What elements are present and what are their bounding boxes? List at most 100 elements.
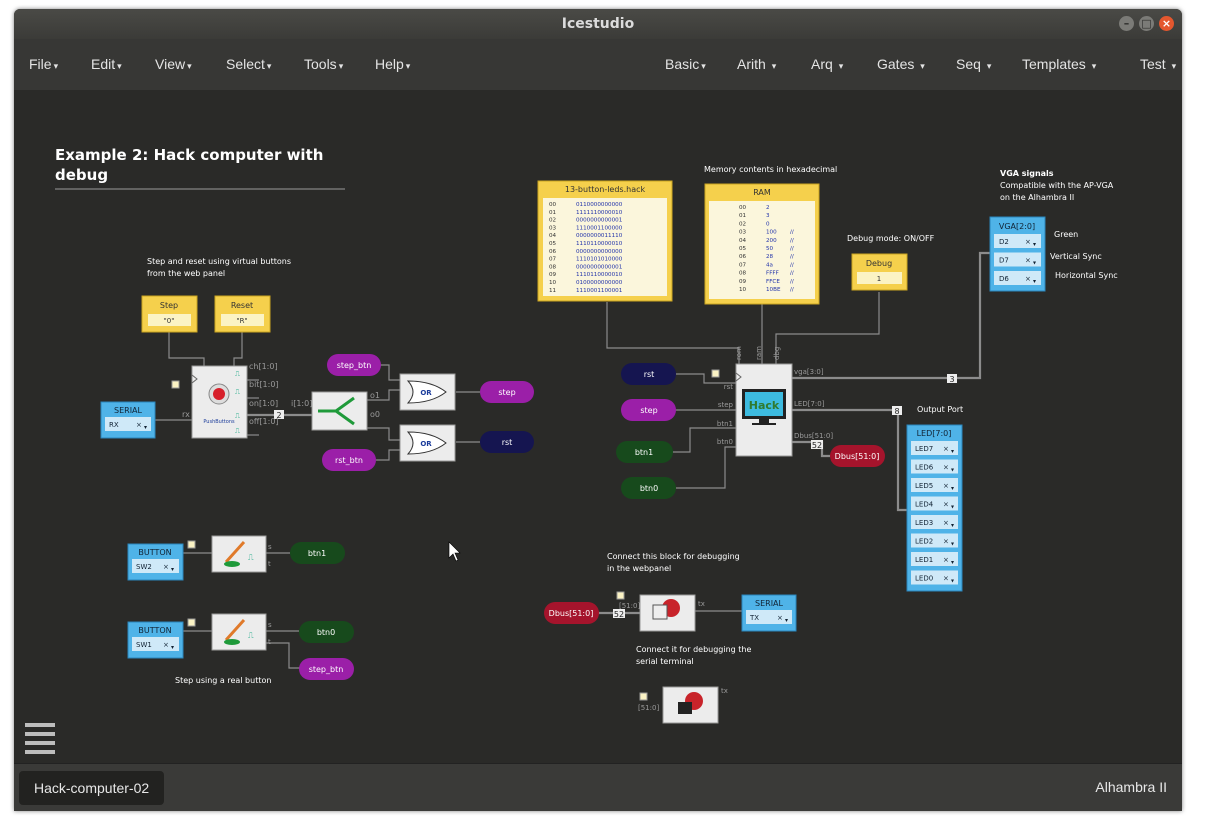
maximize-icon[interactable]: □ (1139, 16, 1154, 31)
label-btn0-out[interactable]: btn0 (299, 621, 354, 643)
ram-value: 3 (766, 213, 770, 219)
label-btn1-in[interactable]: btn1 (616, 441, 673, 463)
ram-comment: // (790, 287, 794, 293)
menu-arith[interactable]: Arith ▾ (737, 56, 776, 72)
menu-seq[interactable]: Seq ▾ (956, 56, 991, 72)
note-virtual-2: from the web panel (147, 269, 225, 278)
menu-view[interactable]: View ▾ (155, 56, 192, 72)
label-step-in[interactable]: step (621, 399, 676, 421)
bus-size-debug: 52 (614, 610, 624, 619)
debug-const-block[interactable]: Debug 1 (851, 253, 908, 291)
menu-gates[interactable]: Gates ▾ (877, 56, 925, 72)
note-connect-1: Connect this block for debugging (607, 552, 740, 561)
button-sw1-block[interactable]: BUTTON SW1 × ▾ (127, 621, 184, 659)
or-gate-top[interactable]: OR (399, 373, 456, 411)
remove-icon: × (943, 575, 949, 583)
menu-arq[interactable]: Arq ▾ (811, 56, 843, 72)
label-btn1-out[interactable]: btn1 (290, 542, 345, 564)
step-block[interactable]: Step "0" (141, 295, 198, 333)
led-pin: LED4 (915, 501, 934, 509)
remove-icon[interactable]: × (163, 563, 169, 571)
menu-edit[interactable]: Edit ▾ (91, 56, 122, 72)
serial-tx-block[interactable]: SERIAL TX × ▾ (741, 594, 797, 632)
ram-memory-block[interactable]: RAM 00 2 01 3 02 0 03 100 // 04 200 // 05 50 // 06 28 // 0… (704, 183, 820, 305)
leds-title: LED[7:0] (917, 429, 952, 438)
label-step-btn-bottom[interactable]: step_btn (299, 658, 354, 680)
debouncer-block-1[interactable]: ⎍ s t (187, 535, 272, 573)
ram-title: RAM (753, 188, 771, 197)
rom-memory-block[interactable]: 13-button-leds.hack 00 011000000000001 111… (537, 180, 673, 302)
label-step-btn-top[interactable]: step_btn (327, 354, 381, 376)
ram-value: 50 (766, 246, 774, 252)
rom-address: 00 (549, 202, 557, 208)
label-rst-in[interactable]: rst (621, 363, 676, 385)
chevron-down-icon[interactable]: ▾ (171, 566, 174, 573)
label-dbus-in[interactable]: Dbus[51:0] (544, 602, 599, 624)
ram-address: 07 (739, 262, 747, 268)
or-gate-bottom[interactable]: OR (399, 424, 456, 462)
board-name[interactable]: Alhambra II (1095, 779, 1167, 795)
label-step-out[interactable]: step (480, 381, 534, 403)
menu-tools[interactable]: Tools ▾ (304, 56, 343, 72)
port-label: [51:0] (638, 704, 659, 712)
button-title: BUTTON (138, 548, 171, 557)
label-text: rst (502, 438, 513, 447)
menu-templates[interactable]: Templates ▾ (1022, 56, 1096, 72)
pulse-icon: ⎍ (235, 427, 240, 435)
hack-computer-block[interactable]: Hack rom ram dbg rst step btn1 btn0 vga[… (711, 346, 833, 457)
remove-icon: × (943, 501, 949, 509)
rom-value: 0000000011110 (576, 233, 623, 239)
button-sw2-block[interactable]: BUTTON SW2 × ▾ (127, 543, 184, 581)
debouncer-block-2[interactable]: ⎍ s t (187, 613, 272, 651)
menu-file[interactable]: File ▾ (29, 56, 58, 72)
minimize-icon[interactable]: – (1119, 16, 1134, 31)
toggle-base-icon (224, 639, 240, 645)
ram-comment: // (790, 238, 794, 244)
vga-output-block[interactable]: VGA[2:0] D2 × ▾D7 × ▾D6 × ▾ (989, 216, 1046, 292)
port-label: tx (721, 687, 728, 695)
remove-icon[interactable]: × (777, 614, 783, 622)
rom-value: 0110000000000 (576, 202, 623, 208)
serial-tx-title: SERIAL (755, 599, 784, 608)
port-label: ch[1:0] (249, 362, 278, 371)
port-label: on[1:0] (249, 399, 278, 408)
chevron-down-icon: ▾ (951, 559, 954, 566)
project-name-tab[interactable]: Hack-computer-02 (19, 771, 165, 805)
chevron-down-icon: ▾ (1033, 241, 1036, 248)
remove-icon[interactable]: × (136, 421, 142, 429)
debug-serial-block[interactable]: [51:0] tx (638, 686, 728, 724)
label-rst-btn[interactable]: rst_btn (322, 449, 376, 471)
label-rst-out[interactable]: rst (480, 431, 534, 453)
pushbuttons-block[interactable]: PushButtons ⎍ ⎍ ⎍ ⎍ ch[1:0] bit[1:0] on[… (171, 362, 279, 439)
close-icon[interactable]: × (1159, 16, 1174, 31)
remove-icon[interactable]: × (163, 641, 169, 649)
menu-select[interactable]: Select ▾ (226, 56, 271, 72)
menu-test[interactable]: Test ▾ (1140, 56, 1176, 72)
port-label: vga[3:0] (794, 368, 824, 376)
chevron-down-icon[interactable]: ▾ (144, 424, 147, 431)
reset-block[interactable]: Reset "R" (214, 295, 271, 333)
rom-value: 1110001100001 (576, 288, 623, 294)
rom-address: 04 (549, 233, 557, 239)
debug-webpanel-block[interactable]: [51:0] tx (616, 591, 705, 632)
pulse-icon: ⎍ (235, 388, 240, 396)
rom-value: 1110110000010 (576, 272, 623, 278)
ram-value: FFCE (766, 279, 780, 285)
remove-icon: × (943, 445, 949, 453)
design-canvas[interactable]: 2 3 8 52 52 Example 2: Hack computer wit… (14, 90, 1182, 763)
chevron-down-icon[interactable]: ▾ (785, 617, 788, 624)
menu-help[interactable]: Help ▾ (375, 56, 410, 72)
splitter-block[interactable]: i[1:0] o1 o0 (291, 391, 380, 431)
label-dbus-out[interactable]: Dbus[51:0] (830, 445, 885, 467)
label-btn0-in[interactable]: btn0 (621, 477, 676, 499)
ram-editor[interactable] (709, 201, 815, 299)
label-text: Dbus[51:0] (549, 609, 594, 618)
note-vga-2: on the Alhambra II (1000, 193, 1074, 202)
menu-basic[interactable]: Basic ▾ (665, 56, 706, 72)
chevron-down-icon[interactable]: ▾ (171, 644, 174, 651)
port-label: o1 (370, 391, 380, 400)
hamburger-menu-icon[interactable] (25, 723, 55, 754)
dice-icon (652, 604, 668, 620)
serial-rx-block[interactable]: SERIAL RX × ▾ (100, 401, 156, 439)
leds-output-block[interactable]: LED[7:0] LED7 × ▾LED6 × ▾LED5 × ▾LED4 × ▾LED3 × ▾L… (906, 424, 963, 592)
